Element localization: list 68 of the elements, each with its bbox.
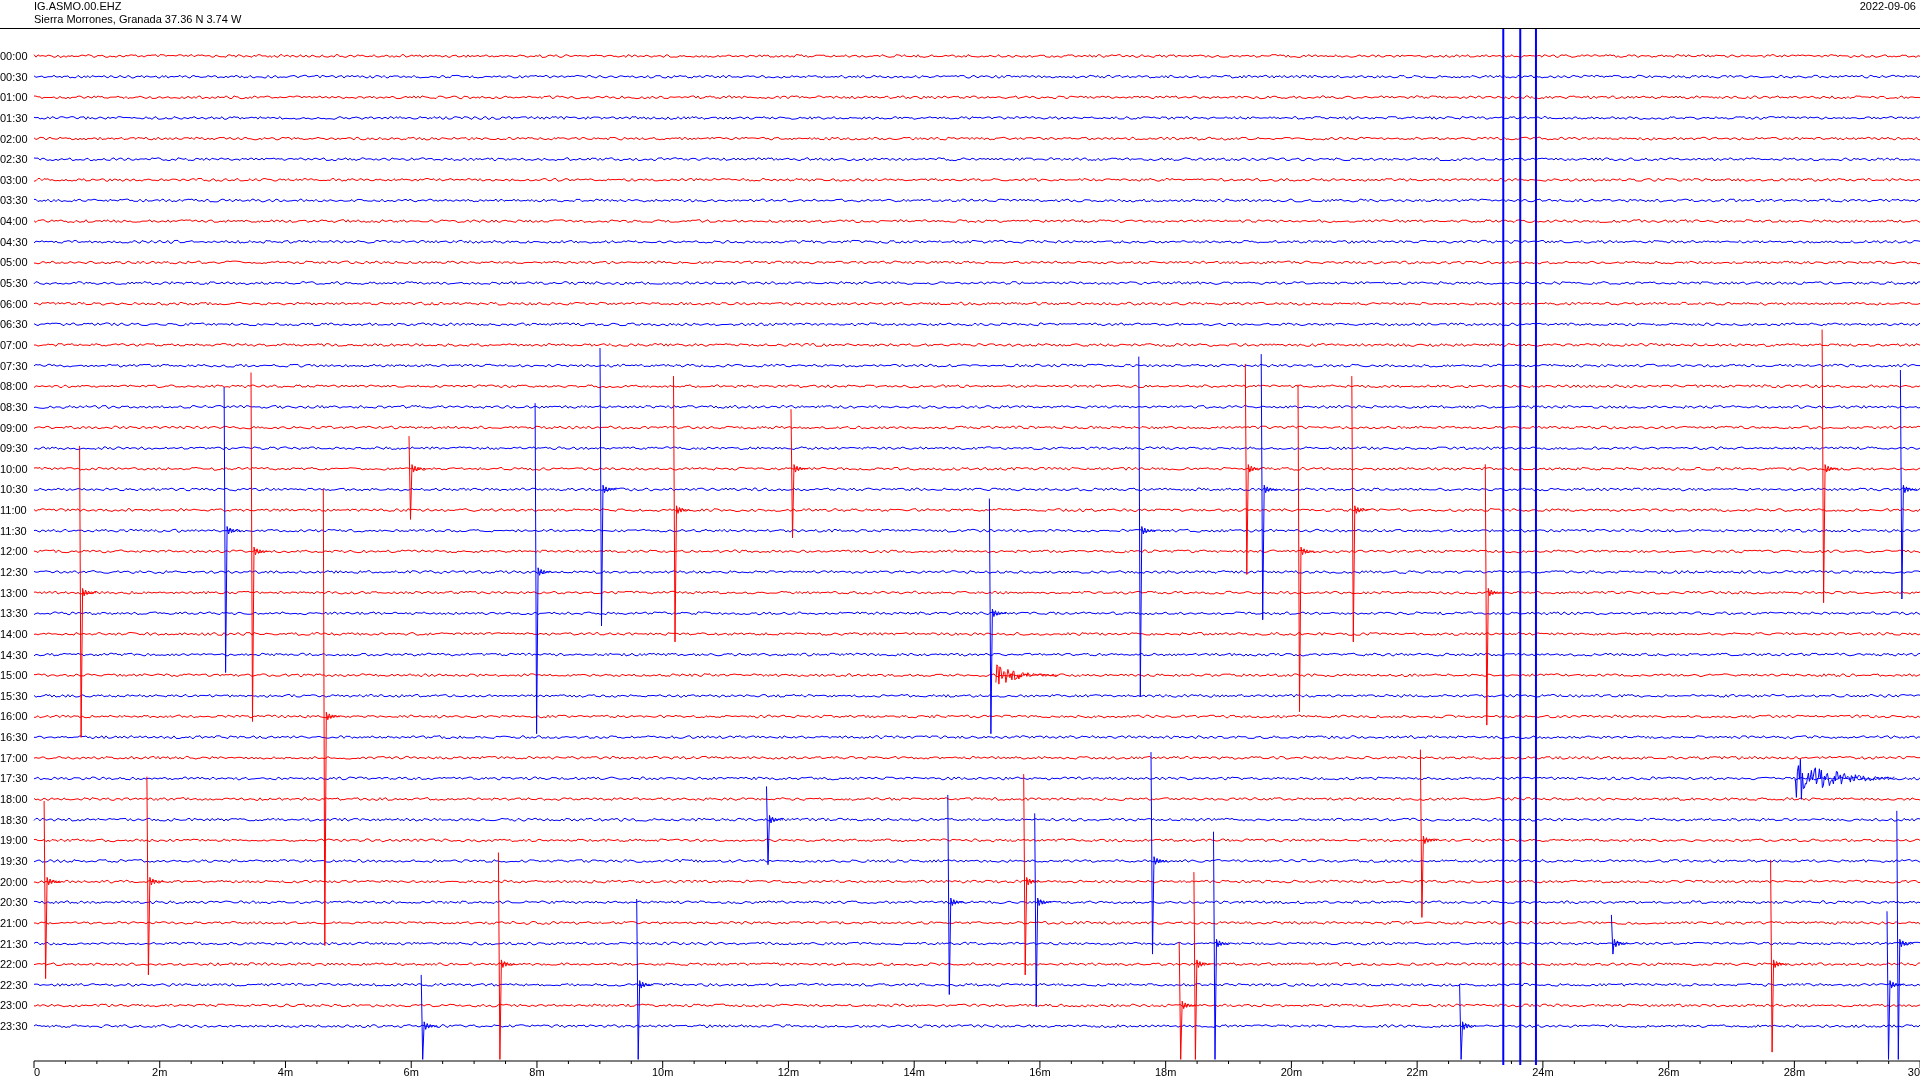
row-time-label: 06:00 — [0, 297, 28, 310]
row-time-label: 16:00 — [0, 710, 28, 723]
row-time-label: 05:00 — [0, 256, 28, 269]
x-axis-label: 2m — [152, 1066, 168, 1078]
row-time-label: 08:00 — [0, 380, 28, 393]
row-time-label: 00:30 — [0, 70, 28, 83]
row-time-label: 07:00 — [0, 338, 28, 351]
row-time-label: 22:30 — [0, 978, 28, 991]
row-time-label: 00:00 — [0, 50, 28, 62]
plot-date: 2022-09-06 — [1859, 0, 1916, 13]
row-time-label: 06:30 — [0, 318, 28, 331]
row-time-label: 22:00 — [0, 958, 28, 971]
row-time-label: 20:00 — [0, 875, 28, 888]
row-time-label: 23:30 — [0, 1020, 28, 1033]
x-axis-label: 0 — [34, 1066, 41, 1078]
row-time-label: 07:30 — [0, 359, 28, 372]
row-time-label: 17:00 — [0, 751, 28, 764]
row-time-label: 23:00 — [0, 999, 28, 1012]
row-time-label: 14:00 — [0, 627, 28, 640]
x-axis-label: 30 — [1907, 1066, 1920, 1078]
row-time-label: 18:00 — [0, 793, 28, 806]
x-axis-label: 20m — [1280, 1066, 1303, 1078]
x-axis-label: 16m — [1029, 1066, 1051, 1078]
x-axis-label: 4m — [277, 1066, 294, 1078]
row-time-label: 11:30 — [0, 524, 27, 537]
x-axis-label: 6m — [403, 1066, 419, 1078]
row-time-label: 02:30 — [0, 153, 28, 166]
row-time-label: 16:30 — [0, 731, 28, 744]
row-time-label: 05:30 — [0, 277, 28, 290]
row-time-label: 08:30 — [0, 400, 28, 413]
row-time-label: 01:00 — [0, 91, 28, 104]
row-time-label: 18:30 — [0, 813, 28, 826]
row-time-label: 21:30 — [0, 937, 28, 950]
row-time-label: 04:30 — [0, 235, 28, 248]
seismic-event-spike — [1610, 914, 1629, 955]
row-time-label: 09:30 — [0, 442, 28, 455]
x-axis-label: 26m — [1657, 1066, 1680, 1078]
row-time-label: 19:30 — [0, 854, 28, 867]
row-time-label: 15:00 — [0, 669, 28, 682]
row-time-label: 04:00 — [0, 215, 28, 228]
x-axis-label: 10m — [652, 1066, 674, 1078]
x-axis-label: 8m — [529, 1066, 545, 1078]
station-code: IG.ASMO.00.EHZ — [34, 0, 123, 13]
row-time-label: 21:00 — [0, 916, 28, 929]
row-time-label: 12:30 — [0, 566, 28, 578]
row-time-label: 09:00 — [0, 421, 28, 434]
station-location: Sierra Morrones, Granada 37.36 N 3.74 W — [34, 13, 242, 26]
row-time-label: 12:00 — [0, 545, 28, 558]
row-time-label: 03:30 — [0, 194, 28, 207]
row-time-label: 19:00 — [0, 834, 28, 847]
x-axis-label: 22m — [1406, 1066, 1428, 1078]
row-time-label: 14:30 — [0, 648, 28, 661]
x-axis-label: 14m — [903, 1066, 925, 1078]
row-time-label: 11:00 — [0, 504, 27, 517]
row-time-label: 01:30 — [0, 111, 28, 124]
x-axis-label: 24m — [1532, 1066, 1554, 1078]
row-time-label: 20:30 — [0, 896, 28, 909]
row-time-label: 02:00 — [0, 132, 28, 145]
x-axis-label: 12m — [777, 1066, 800, 1078]
row-time-label: 03:00 — [0, 173, 28, 186]
row-time-label: 15:30 — [0, 689, 28, 702]
row-time-label: 10:00 — [0, 462, 28, 475]
row-time-label: 13:30 — [0, 607, 28, 620]
row-time-label: 17:30 — [0, 772, 28, 785]
x-axis-label: 28m — [1783, 1066, 1806, 1078]
row-time-label: 10:30 — [0, 483, 28, 496]
x-axis-label: 18m — [1154, 1066, 1177, 1078]
row-time-label: 13:00 — [0, 586, 28, 599]
